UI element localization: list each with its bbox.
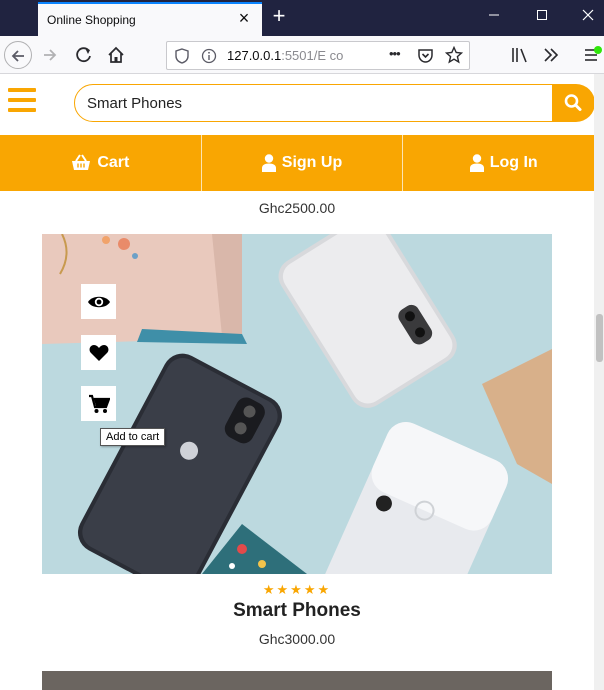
url-text: 127.0.0.1:5501/E co xyxy=(227,48,344,63)
signup-label: Sign Up xyxy=(281,154,343,171)
rating-stars: ★★★★★ xyxy=(262,582,332,597)
search-icon xyxy=(564,94,582,111)
page-scrollbar[interactable] xyxy=(594,74,604,690)
login-menu-item[interactable]: Log In xyxy=(403,135,604,191)
maximize-icon[interactable] xyxy=(532,6,552,26)
shopping-cart-icon xyxy=(88,394,110,413)
product-image[interactable] xyxy=(42,234,552,574)
main-menu: Cart Sign Up Log In xyxy=(0,135,604,191)
wishlist-button[interactable] xyxy=(81,335,116,370)
basket-icon xyxy=(72,154,91,170)
search-input[interactable] xyxy=(74,84,554,122)
heart-icon xyxy=(89,344,108,361)
page-actions-icon[interactable]: ••• xyxy=(389,46,401,61)
cart-label: Cart xyxy=(97,154,130,171)
user-icon xyxy=(469,154,484,172)
hamburger-menu-icon[interactable] xyxy=(8,88,36,112)
signup-menu-item[interactable]: Sign Up xyxy=(202,135,404,191)
close-window-icon[interactable] xyxy=(578,6,598,26)
bookmark-star-icon[interactable] xyxy=(444,45,464,69)
url-bar[interactable]: 127.0.0.1:5501/E co ••• xyxy=(166,41,470,70)
forward-icon[interactable] xyxy=(36,41,64,69)
back-icon[interactable] xyxy=(4,41,32,69)
minimize-icon[interactable] xyxy=(484,6,504,26)
app-menu-icon[interactable] xyxy=(584,46,602,69)
add-to-cart-tooltip: Add to cart xyxy=(100,428,166,446)
search-button[interactable] xyxy=(552,84,595,122)
browser-tab[interactable]: Online Shopping × xyxy=(38,2,262,36)
overflow-chevron-icon[interactable] xyxy=(542,46,560,69)
info-icon[interactable] xyxy=(201,48,217,69)
add-to-cart-button[interactable] xyxy=(81,386,116,421)
library-icon[interactable] xyxy=(510,46,530,69)
previous-product-price: Ghc2500.00 xyxy=(258,200,336,216)
next-product-image[interactable] xyxy=(42,671,552,690)
eye-icon xyxy=(87,296,110,307)
browser-nav-bar: 127.0.0.1:5501/E co ••• xyxy=(0,36,604,74)
shield-icon[interactable] xyxy=(175,48,189,69)
pocket-icon[interactable] xyxy=(417,47,434,69)
product-price: Ghc3000.00 xyxy=(258,631,336,647)
user-icon xyxy=(261,154,276,172)
web-page: Cart Sign Up Log In Ghc2500.00 xyxy=(0,74,604,690)
login-label: Log In xyxy=(489,154,538,171)
tab-title: Online Shopping xyxy=(47,13,136,27)
home-icon[interactable] xyxy=(102,41,130,69)
reload-icon[interactable] xyxy=(70,41,98,69)
new-tab-button[interactable]: + xyxy=(268,5,290,28)
browser-tab-bar: Online Shopping × + xyxy=(0,0,604,36)
product-name[interactable]: Smart Phones xyxy=(0,600,594,622)
quick-view-button[interactable] xyxy=(81,284,116,319)
cart-menu-item[interactable]: Cart xyxy=(0,135,202,191)
tab-close-icon[interactable]: × xyxy=(236,9,252,27)
scrollbar-thumb[interactable] xyxy=(596,314,603,362)
